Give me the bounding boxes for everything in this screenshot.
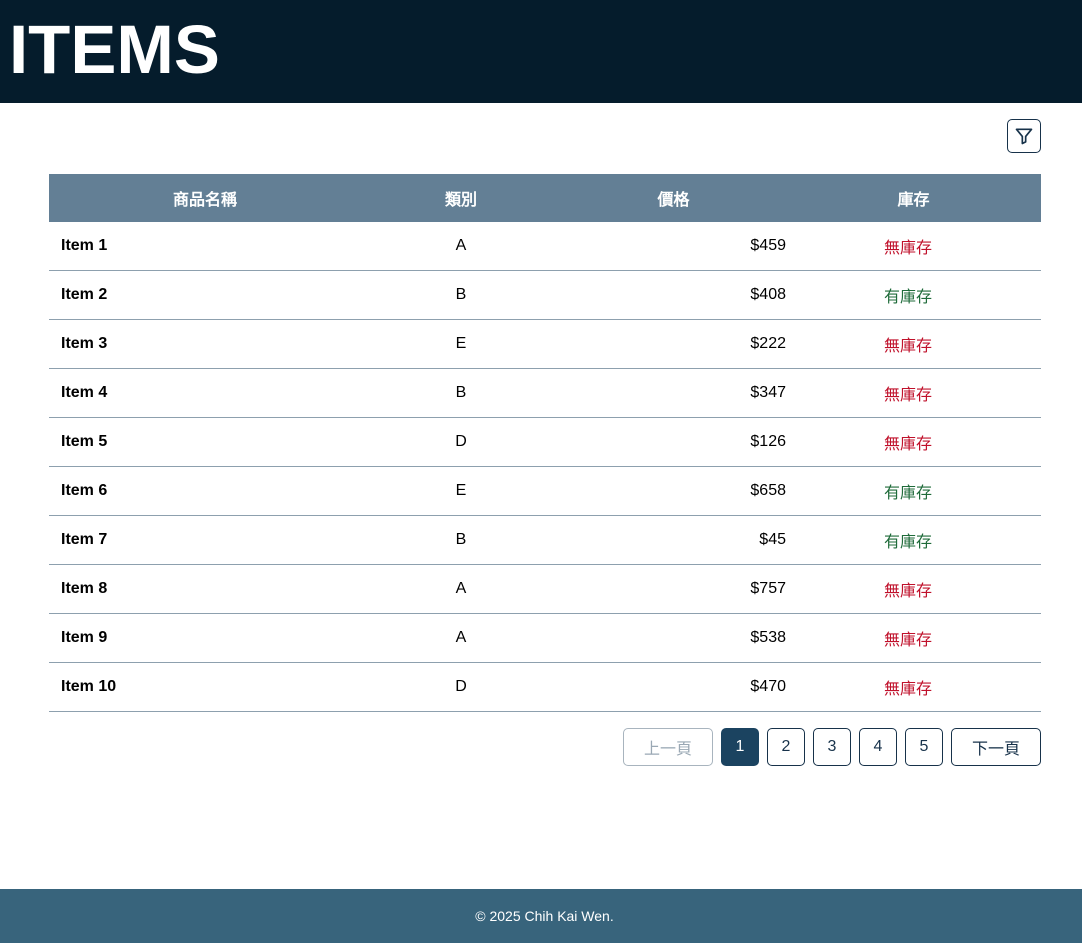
item-category-cell: D	[455, 433, 467, 450]
table-row[interactable]: Item 2 B $408 有庫存	[49, 271, 1041, 320]
table-row[interactable]: Item 4 B $347 無庫存	[49, 369, 1041, 418]
item-price-cell: $126	[750, 433, 786, 450]
item-category-cell: E	[455, 482, 467, 499]
item-stock-cell: 無庫存	[884, 583, 933, 600]
item-price-cell: $658	[750, 482, 786, 499]
page-title: ITEMS	[9, 11, 220, 88]
item-name-cell: Item 5	[61, 433, 108, 450]
item-category-cell: B	[455, 531, 467, 548]
item-name-cell: Item 9	[61, 629, 108, 646]
item-name-cell: Item 6	[61, 482, 108, 499]
filter-icon	[1014, 126, 1034, 146]
page-footer: © 2025 Chih Kai Wen.	[0, 889, 1082, 943]
column-header-stock[interactable]: 庫存	[786, 174, 1041, 222]
item-category-cell: A	[455, 237, 467, 254]
item-stock-cell: 有庫存	[884, 289, 933, 306]
column-header-name[interactable]: 商品名稱	[49, 174, 361, 222]
item-name-cell: Item 7	[61, 531, 108, 548]
item-price-cell: $222	[750, 335, 786, 352]
page-button-2[interactable]: 2	[767, 728, 805, 766]
item-stock-cell: 有庫存	[884, 485, 933, 502]
item-category-cell: A	[455, 629, 467, 646]
item-price-cell: $347	[750, 384, 786, 401]
table-row[interactable]: Item 9 A $538 無庫存	[49, 614, 1041, 663]
table-row[interactable]: Item 1 A $459 無庫存	[49, 222, 1041, 271]
item-name-cell: Item 1	[61, 237, 108, 254]
table-row[interactable]: Item 3 E $222 無庫存	[49, 320, 1041, 369]
item-name-cell: Item 8	[61, 580, 108, 597]
copyright-text: © 2025 Chih Kai Wen.	[475, 908, 614, 924]
item-stock-cell: 無庫存	[884, 338, 933, 355]
item-stock-cell: 無庫存	[884, 436, 933, 453]
item-price-cell: $459	[750, 237, 786, 254]
item-stock-cell: 無庫存	[884, 632, 933, 649]
item-name-cell: Item 4	[61, 384, 108, 401]
item-price-cell: $757	[750, 580, 786, 597]
item-stock-cell: 有庫存	[884, 534, 933, 551]
item-price-cell: $538	[750, 629, 786, 646]
page-button-1[interactable]: 1	[721, 728, 759, 766]
item-category-cell: E	[455, 335, 467, 352]
prev-page-button[interactable]: 上一頁	[623, 728, 713, 766]
item-category-cell: B	[455, 286, 467, 303]
items-table: 商品名稱 類別 價格 庫存 Item 1 A $459 無庫存 Item 2 B $408 有…	[49, 174, 1041, 712]
item-name-cell: Item 3	[61, 335, 108, 352]
item-name-cell: Item 2	[61, 286, 108, 303]
item-price-cell: $45	[759, 531, 786, 548]
table-row[interactable]: Item 10 D $470 無庫存	[49, 663, 1041, 712]
item-stock-cell: 無庫存	[884, 240, 933, 257]
page-button-5[interactable]: 5	[905, 728, 943, 766]
next-page-button[interactable]: 下一頁	[951, 728, 1041, 766]
item-name-cell: Item 10	[61, 678, 117, 695]
item-price-cell: $408	[750, 286, 786, 303]
table-header: 商品名稱 類別 價格 庫存	[49, 174, 1041, 222]
item-stock-cell: 無庫存	[884, 681, 933, 698]
item-category-cell: B	[455, 384, 467, 401]
column-header-category[interactable]: 類別	[361, 174, 561, 222]
item-category-cell: A	[455, 580, 467, 597]
item-stock-cell: 無庫存	[884, 387, 933, 404]
filter-button[interactable]	[1007, 119, 1041, 153]
page-header: ITEMS	[0, 0, 1082, 103]
page-button-4[interactable]: 4	[859, 728, 897, 766]
page-button-3[interactable]: 3	[813, 728, 851, 766]
table-row[interactable]: Item 5 D $126 無庫存	[49, 418, 1041, 467]
table-body: Item 1 A $459 無庫存 Item 2 B $408 有庫存 Item 3 E $222 無…	[49, 222, 1041, 712]
column-header-price[interactable]: 價格	[561, 174, 786, 222]
table-row[interactable]: Item 6 E $658 有庫存	[49, 467, 1041, 516]
item-price-cell: $470	[750, 678, 786, 695]
table-row[interactable]: Item 8 A $757 無庫存	[49, 565, 1041, 614]
item-category-cell: D	[455, 678, 467, 695]
table-row[interactable]: Item 7 B $45 有庫存	[49, 516, 1041, 565]
